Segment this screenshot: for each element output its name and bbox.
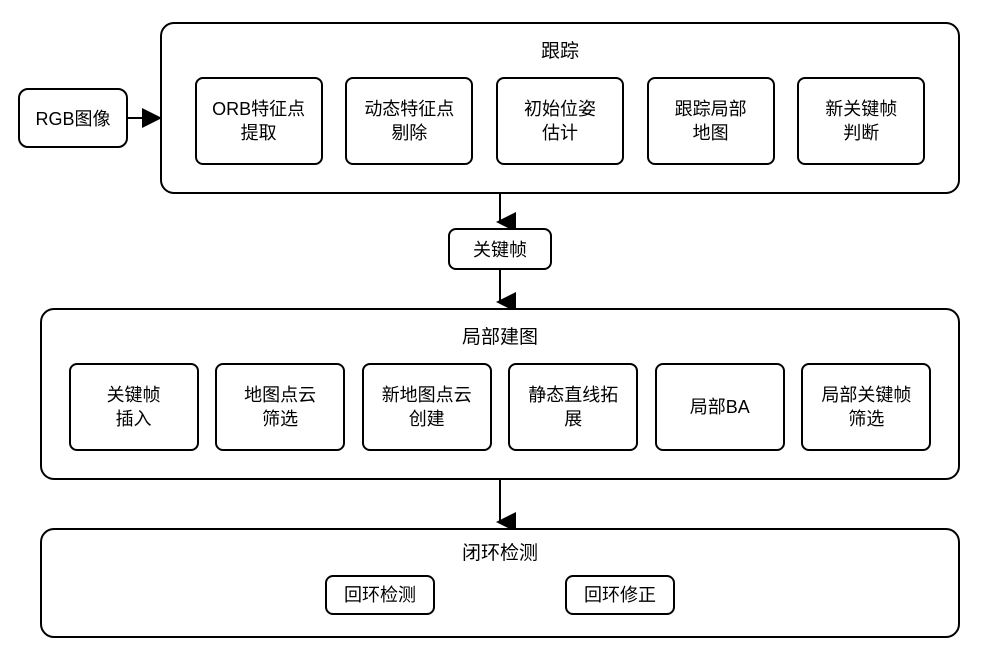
tracking-row: ORB特征点提取 动态特征点剔除 初始位姿估计 跟踪局部地图 新关键帧判断 (162, 77, 958, 181)
mapping-step-1: 地图点云筛选 (215, 363, 345, 451)
mapping-step-2: 新地图点云创建 (362, 363, 492, 451)
tracking-module: 跟踪 ORB特征点提取 动态特征点剔除 初始位姿估计 跟踪局部地图 新关键帧判断 (160, 22, 960, 194)
loop-step-1: 回环修正 (565, 575, 675, 615)
mapping-step-5: 局部关键帧筛选 (801, 363, 931, 451)
input-box: RGB图像 (18, 88, 128, 148)
loop-row: 回环检测 回环修正 (42, 575, 958, 627)
keyframe-label: 关键帧 (473, 236, 527, 262)
mapping-title: 局部建图 (42, 310, 958, 363)
input-label: RGB图像 (35, 105, 110, 131)
tracking-step-1: 动态特征点剔除 (345, 77, 473, 165)
tracking-step-4: 新关键帧判断 (797, 77, 925, 165)
arrow-mapping-to-loop (490, 480, 510, 534)
keyframe-box: 关键帧 (448, 228, 552, 270)
mapping-module: 局部建图 关键帧插入 地图点云筛选 新地图点云创建 静态直线拓展 局部BA 局部… (40, 308, 960, 480)
mapping-step-3: 静态直线拓展 (508, 363, 638, 451)
loop-module: 闭环检测 回环检测 回环修正 (40, 528, 960, 638)
tracking-step-3: 跟踪局部地图 (647, 77, 775, 165)
tracking-title: 跟踪 (162, 24, 958, 77)
loop-title: 闭环检测 (42, 530, 958, 575)
loop-step-0: 回环检测 (325, 575, 435, 615)
mapping-row: 关键帧插入 地图点云筛选 新地图点云创建 静态直线拓展 局部BA 局部关键帧筛选 (42, 363, 958, 467)
tracking-step-0: ORB特征点提取 (195, 77, 323, 165)
mapping-step-0: 关键帧插入 (69, 363, 199, 451)
tracking-step-2: 初始位姿估计 (496, 77, 624, 165)
mapping-step-4: 局部BA (655, 363, 785, 451)
